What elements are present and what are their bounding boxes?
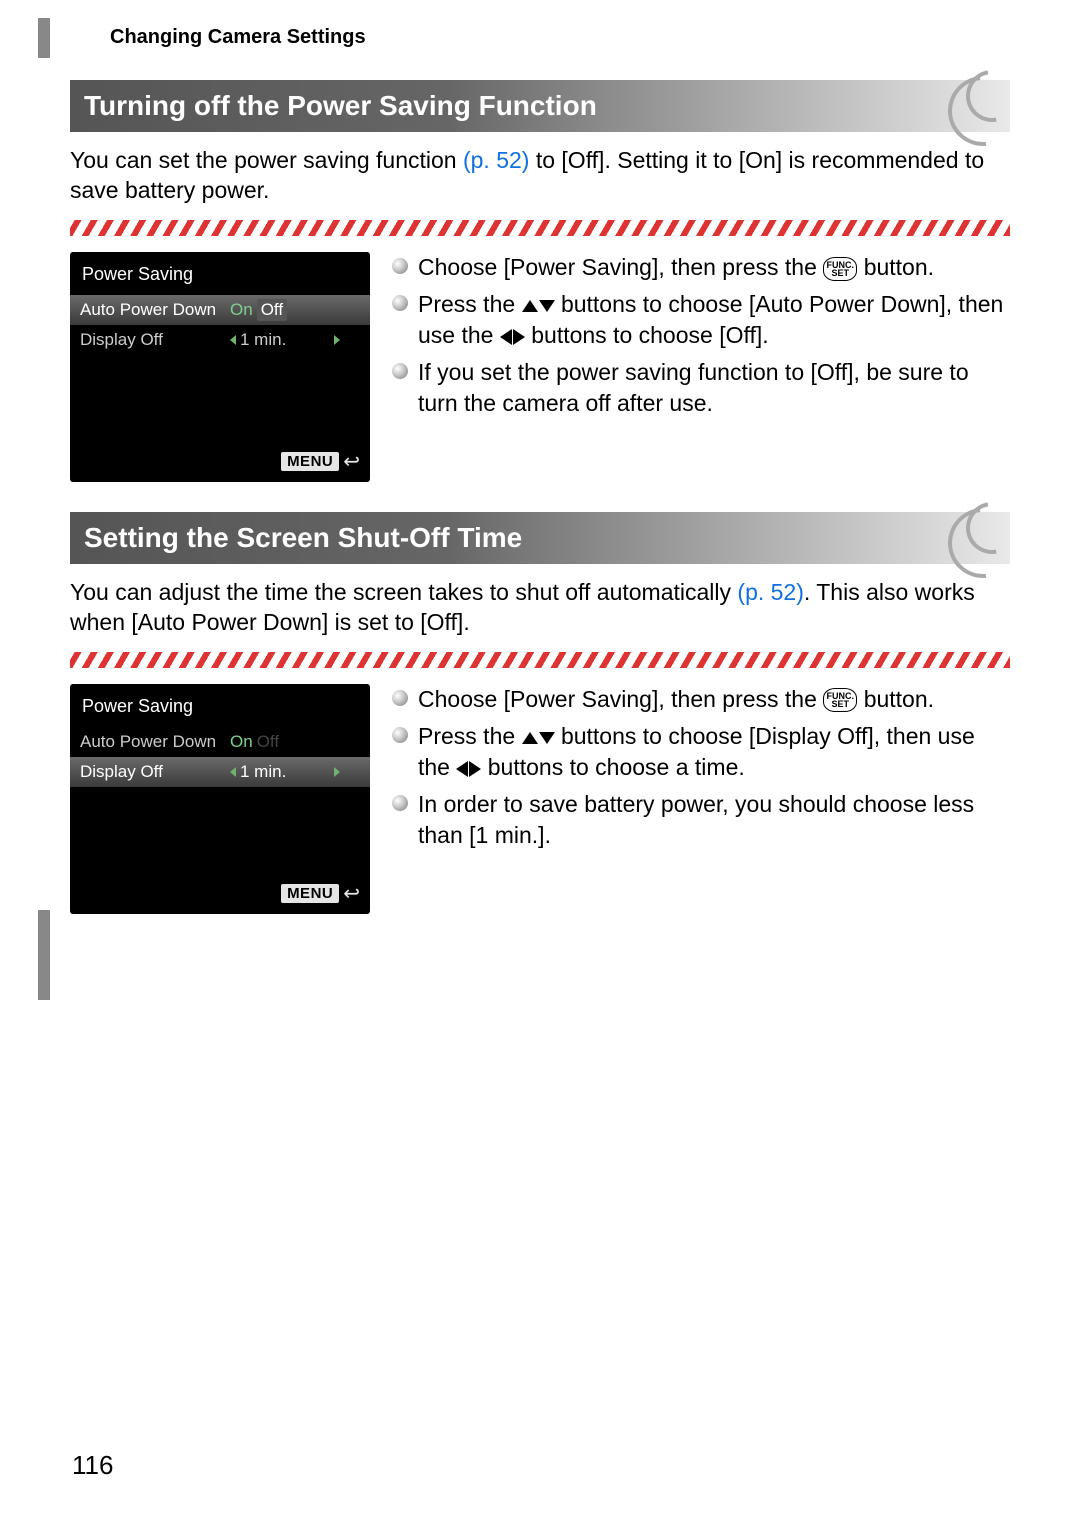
section-header-screen-shutoff: Setting the Screen Shut-Off Time: [70, 512, 1010, 564]
back-arrow-icon: ↩: [343, 881, 360, 906]
text: buttons to choose a time.: [488, 754, 745, 780]
lcd-label: Auto Power Down: [80, 732, 230, 752]
instruction-text: Choose [Power Saving], then press the FU…: [418, 252, 934, 283]
bullet-icon: [392, 363, 408, 379]
instruction-item: If you set the power saving function to …: [392, 357, 1010, 419]
lcd-title: Power Saving: [70, 258, 370, 295]
camera-lcd-screenshot-1: Power Saving Auto Power Down On Off Disp…: [70, 252, 370, 482]
text: Choose [Power Saving], then press the: [418, 254, 823, 280]
section1-intro: You can set the power saving function (p…: [70, 146, 1010, 206]
section1-body: Power Saving Auto Power Down On Off Disp…: [70, 252, 1010, 482]
lcd-label: Auto Power Down: [80, 300, 230, 320]
up-down-buttons-icon: [522, 732, 555, 744]
lcd-row-auto-power-down: Auto Power Down On Off: [70, 295, 370, 325]
text: You can set the power saving function: [70, 147, 463, 173]
instruction-item: Press the buttons to choose [Display Off…: [392, 721, 1010, 783]
lcd-value: 1 min.: [240, 330, 286, 350]
section1-instructions: Choose [Power Saving], then press the FU…: [392, 252, 1010, 482]
lcd-option-off-selected: Off: [257, 299, 287, 321]
instruction-item: In order to save battery power, you shou…: [392, 789, 1010, 851]
section2-instructions: Choose [Power Saving], then press the FU…: [392, 684, 1010, 914]
lcd-label: Display Off: [80, 330, 230, 350]
instruction-text: Press the buttons to choose [Display Off…: [418, 721, 1010, 783]
func-set-button-icon: FUNC.SET: [823, 688, 857, 712]
lcd-title: Power Saving: [70, 690, 370, 727]
lcd-option-on: On: [230, 732, 253, 752]
text: buttons to choose [Off].: [531, 322, 768, 348]
lcd-menu-indicator: MENU ↩: [281, 881, 360, 906]
right-arrow-icon: [334, 767, 340, 777]
left-right-buttons-icon: [456, 761, 481, 777]
lcd-label: Display Off: [80, 762, 230, 782]
lcd-menu-indicator: MENU ↩: [281, 449, 360, 474]
instruction-text: If you set the power saving function to …: [418, 357, 1010, 419]
bullet-icon: [392, 690, 408, 706]
left-right-buttons-icon: [500, 329, 525, 345]
camera-lcd-screenshot-2: Power Saving Auto Power Down On Off Disp…: [70, 684, 370, 914]
instruction-text: In order to save battery power, you shou…: [418, 789, 1010, 851]
lcd-value: 1 min.: [240, 762, 286, 782]
section-title: Setting the Screen Shut-Off Time: [84, 522, 522, 554]
instruction-text: Press the buttons to choose [Auto Power …: [418, 289, 1010, 351]
instruction-item: Press the buttons to choose [Auto Power …: [392, 289, 1010, 351]
lcd-row-auto-power-down: Auto Power Down On Off: [70, 727, 370, 757]
section-title: Turning off the Power Saving Function: [84, 90, 597, 122]
section-header-power-saving: Turning off the Power Saving Function: [70, 80, 1010, 132]
bullet-icon: [392, 295, 408, 311]
page-content: Turning off the Power Saving Function Yo…: [70, 80, 1010, 944]
back-arrow-icon: ↩: [343, 449, 360, 474]
page-tab-top: [38, 18, 50, 58]
bullet-icon: [392, 258, 408, 274]
page-tab-side: [38, 910, 50, 1000]
func-set-button-icon: FUNC.SET: [823, 257, 857, 281]
text: button.: [864, 686, 934, 712]
lcd-row-display-off: Display Off 1 min.: [70, 325, 370, 355]
menu-label: MENU: [281, 452, 339, 471]
instruction-item: Choose [Power Saving], then press the FU…: [392, 252, 1010, 283]
instruction-item: Choose [Power Saving], then press the FU…: [392, 684, 1010, 715]
lcd-option-on: On: [230, 300, 253, 320]
menu-label: MENU: [281, 884, 339, 903]
bullet-icon: [392, 795, 408, 811]
lcd-option-off: Off: [257, 732, 279, 752]
text: Choose [Power Saving], then press the: [418, 686, 823, 712]
bullet-icon: [392, 727, 408, 743]
decorative-swirl-icon: [944, 72, 1014, 142]
decorative-swirl-icon: [944, 504, 1014, 574]
text: button.: [864, 254, 934, 280]
left-arrow-icon: [230, 767, 236, 777]
breadcrumb: Changing Camera Settings: [110, 26, 366, 49]
left-arrow-icon: [230, 335, 236, 345]
page-reference-link[interactable]: (p. 52): [463, 147, 529, 173]
divider-hatch: [70, 220, 1010, 236]
page-reference-link[interactable]: (p. 52): [737, 579, 803, 605]
instruction-text: Choose [Power Saving], then press the FU…: [418, 684, 934, 715]
text: You can adjust the time the screen takes…: [70, 579, 737, 605]
right-arrow-icon: [334, 335, 340, 345]
lcd-row-display-off: Display Off 1 min.: [70, 757, 370, 787]
section2-body: Power Saving Auto Power Down On Off Disp…: [70, 684, 1010, 914]
up-down-buttons-icon: [522, 300, 555, 312]
page-number: 116: [72, 1450, 113, 1481]
divider-hatch: [70, 652, 1010, 668]
text: Press the: [418, 723, 522, 749]
section2-intro: You can adjust the time the screen takes…: [70, 578, 1010, 638]
text: Press the: [418, 291, 522, 317]
